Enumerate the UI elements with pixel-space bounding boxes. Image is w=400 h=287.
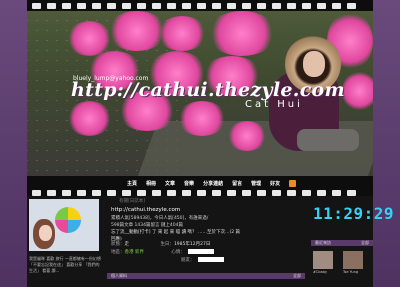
banner-name: Cat Hui xyxy=(245,99,303,110)
friend-field[interactable] xyxy=(197,257,224,262)
sidebar: 11:29:29 最近來訪 全部 #Cbaby Tse Yung xyxy=(311,196,394,287)
page: bluely_lump@yahoo.com http://cathui.thez… xyxy=(0,0,400,287)
profile-bar: 個人資料 全部 xyxy=(107,273,305,279)
profile-intro: 我是貓咪 喜歡 旅行 一直都擁有一份幻想 「不要忘記我在這」 喜歡分享 「我們的… xyxy=(29,256,101,273)
profile-more-link[interactable]: 全部 xyxy=(293,273,301,279)
film-holes-top xyxy=(27,1,373,10)
mood-field[interactable] xyxy=(187,249,214,254)
friend-avatar[interactable] xyxy=(343,251,363,269)
friend-item[interactable]: #Cbaby xyxy=(313,251,335,274)
blog-info: 有關[日誌本] http://cathui.thezyle.com 累積人氣[5… xyxy=(107,196,307,287)
nav-item-admin[interactable]: 管理 xyxy=(251,180,261,187)
nav-item-album[interactable]: 相冊 xyxy=(146,180,156,187)
nav-item-links[interactable]: 分享連結 xyxy=(203,180,223,187)
clock: 11:29:29 xyxy=(313,204,395,223)
nav-item-guestbook[interactable]: 留言 xyxy=(232,180,242,187)
nav-item-friends[interactable]: 好友 xyxy=(270,180,280,187)
blog-info-heading: 有關[日誌本] xyxy=(119,199,146,204)
balloon-icon xyxy=(55,207,81,233)
recent-visitors-more[interactable]: 全部 xyxy=(361,240,369,246)
rss-icon[interactable] xyxy=(289,180,297,187)
banner-film-strip: bluely_lump@yahoo.com http://cathui.thez… xyxy=(27,0,373,196)
blog-url-link[interactable]: http://cathui.thezyle.com xyxy=(111,207,180,213)
nav-item-home[interactable]: 主頁 xyxy=(127,180,137,187)
content-area: 我是貓咪 喜歡 旅行 一直都擁有一份幻想 「不要忘記我在這」 喜歡分享 「我們的… xyxy=(27,196,394,287)
profile-photo[interactable] xyxy=(29,199,99,251)
banner-photo: bluely_lump@yahoo.com http://cathui.thez… xyxy=(27,11,373,176)
profile-fields: 狀態：走 生日：1985年12月27日 地區：香港 新界 心情： 朋友： xyxy=(111,241,301,265)
recent-visitors-bar: 最近來訪 全部 xyxy=(311,240,373,246)
blog-stats: 累積人氣[589438]，今日人氣[450]，有誰來過/ 598篇文章 1434… xyxy=(111,216,241,242)
banner-url[interactable]: http://cathui.thezyle.com xyxy=(71,79,345,101)
nav-item-articles[interactable]: 文章 xyxy=(165,180,175,187)
friend-avatar[interactable] xyxy=(313,251,333,269)
nav-item-music[interactable]: 音樂 xyxy=(184,180,194,187)
friend-item[interactable]: Tse Yung xyxy=(343,251,365,274)
